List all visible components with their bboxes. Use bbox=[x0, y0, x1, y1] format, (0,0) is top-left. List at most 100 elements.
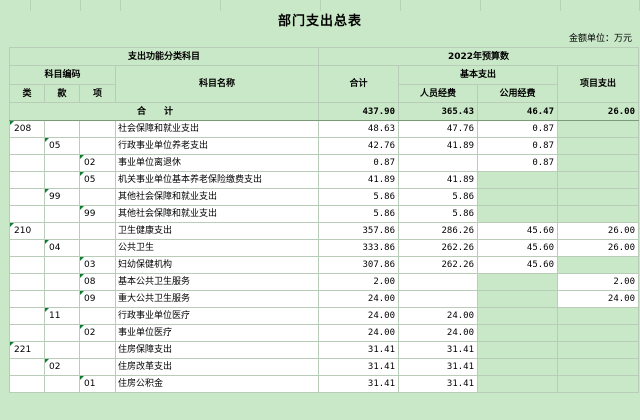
project-cell[interactable]: 24.00 bbox=[557, 290, 640, 308]
total-cell[interactable]: 5.86 bbox=[318, 188, 400, 206]
subject-name-cell[interactable]: 妇幼保健机构 bbox=[114, 256, 320, 274]
code-kuan-cell[interactable] bbox=[44, 375, 80, 393]
personnel-cell[interactable]: 24.00 bbox=[398, 307, 479, 325]
personnel-cell[interactable] bbox=[398, 154, 479, 172]
public-cell[interactable]: 0.87 bbox=[477, 154, 559, 172]
project-cell[interactable] bbox=[557, 137, 640, 155]
personnel-cell[interactable] bbox=[398, 273, 479, 291]
subject-name-cell[interactable]: 住房改革支出 bbox=[114, 358, 320, 376]
code-kuan-cell[interactable]: 04 bbox=[44, 239, 80, 257]
project-cell[interactable] bbox=[557, 358, 640, 376]
subject-name-cell[interactable]: 住房公积金 bbox=[114, 375, 320, 393]
total-personnel[interactable]: 365.43 bbox=[398, 102, 479, 121]
project-cell[interactable] bbox=[557, 171, 640, 189]
total-cell[interactable]: 41.89 bbox=[318, 171, 400, 189]
public-cell[interactable] bbox=[477, 171, 559, 189]
personnel-cell[interactable]: 5.86 bbox=[398, 188, 479, 206]
public-cell[interactable]: 0.87 bbox=[477, 137, 559, 155]
personnel-cell[interactable]: 5.86 bbox=[398, 205, 479, 223]
code-lei-cell[interactable] bbox=[9, 375, 45, 393]
total-amount[interactable]: 437.90 bbox=[318, 102, 400, 121]
project-cell[interactable] bbox=[557, 188, 640, 206]
code-lei-cell[interactable] bbox=[9, 205, 45, 223]
code-xiang-cell[interactable] bbox=[79, 341, 116, 359]
code-xiang-cell[interactable] bbox=[79, 222, 116, 240]
public-cell[interactable] bbox=[477, 375, 559, 393]
subject-name-cell[interactable]: 机关事业单位基本养老保险缴费支出 bbox=[114, 171, 320, 189]
code-lei-cell[interactable] bbox=[9, 171, 45, 189]
code-xiang-cell[interactable] bbox=[79, 307, 116, 325]
code-kuan-cell[interactable] bbox=[44, 120, 80, 138]
project-cell[interactable]: 2.00 bbox=[557, 273, 640, 291]
personnel-cell[interactable]: 286.26 bbox=[398, 222, 479, 240]
project-cell[interactable] bbox=[557, 375, 640, 393]
total-cell[interactable]: 31.41 bbox=[318, 375, 400, 393]
total-cell[interactable]: 24.00 bbox=[318, 307, 400, 325]
subject-name-cell[interactable]: 住房保障支出 bbox=[114, 341, 320, 359]
public-cell[interactable]: 45.60 bbox=[477, 222, 559, 240]
code-lei-cell[interactable] bbox=[9, 239, 45, 257]
subject-name-cell[interactable]: 卫生健康支出 bbox=[114, 222, 320, 240]
code-kuan-cell[interactable] bbox=[44, 154, 80, 172]
code-kuan-cell[interactable]: 11 bbox=[44, 307, 80, 325]
personnel-cell[interactable]: 41.89 bbox=[398, 171, 479, 189]
public-cell[interactable]: 45.60 bbox=[477, 256, 559, 274]
code-lei-cell[interactable]: 208 bbox=[9, 120, 45, 138]
total-public[interactable]: 46.47 bbox=[477, 102, 559, 121]
code-kuan-cell[interactable]: 05 bbox=[44, 137, 80, 155]
code-kuan-cell[interactable]: 02 bbox=[44, 358, 80, 376]
code-kuan-cell[interactable] bbox=[44, 205, 80, 223]
code-xiang-cell[interactable] bbox=[79, 358, 116, 376]
public-cell[interactable] bbox=[477, 307, 559, 325]
subject-name-cell[interactable]: 事业单位医疗 bbox=[114, 324, 320, 342]
personnel-cell[interactable]: 47.76 bbox=[398, 120, 479, 138]
subject-name-cell[interactable]: 公共卫生 bbox=[114, 239, 320, 257]
public-cell[interactable] bbox=[477, 273, 559, 291]
code-kuan-cell[interactable] bbox=[44, 222, 80, 240]
code-lei-cell[interactable] bbox=[9, 273, 45, 291]
project-cell[interactable]: 26.00 bbox=[557, 239, 640, 257]
code-lei-cell[interactable] bbox=[9, 324, 45, 342]
code-xiang-cell[interactable]: 08 bbox=[79, 273, 116, 291]
project-cell[interactable] bbox=[557, 205, 640, 223]
project-cell[interactable] bbox=[557, 307, 640, 325]
project-cell[interactable] bbox=[557, 341, 640, 359]
subject-name-cell[interactable]: 事业单位离退休 bbox=[114, 154, 320, 172]
subject-name-cell[interactable]: 其他社会保障和就业支出 bbox=[114, 205, 320, 223]
subject-name-cell[interactable]: 行政事业单位医疗 bbox=[114, 307, 320, 325]
subject-name-cell[interactable]: 行政事业单位养老支出 bbox=[114, 137, 320, 155]
public-cell[interactable]: 0.87 bbox=[477, 120, 559, 138]
total-cell[interactable]: 5.86 bbox=[318, 205, 400, 223]
total-cell[interactable]: 2.00 bbox=[318, 273, 400, 291]
code-lei-cell[interactable] bbox=[9, 137, 45, 155]
code-xiang-cell[interactable]: 99 bbox=[79, 205, 116, 223]
public-cell[interactable] bbox=[477, 358, 559, 376]
code-xiang-cell[interactable]: 09 bbox=[79, 290, 116, 308]
code-kuan-cell[interactable] bbox=[44, 273, 80, 291]
code-kuan-cell[interactable] bbox=[44, 324, 80, 342]
subject-name-cell[interactable]: 重大公共卫生服务 bbox=[114, 290, 320, 308]
personnel-cell[interactable]: 262.26 bbox=[398, 239, 479, 257]
code-lei-cell[interactable] bbox=[9, 290, 45, 308]
code-xiang-cell[interactable]: 01 bbox=[79, 375, 116, 393]
project-cell[interactable]: 26.00 bbox=[557, 222, 640, 240]
personnel-cell[interactable]: 24.00 bbox=[398, 324, 479, 342]
public-cell[interactable] bbox=[477, 324, 559, 342]
code-xiang-cell[interactable] bbox=[79, 239, 116, 257]
total-cell[interactable]: 24.00 bbox=[318, 290, 400, 308]
code-kuan-cell[interactable] bbox=[44, 341, 80, 359]
personnel-cell[interactable]: 31.41 bbox=[398, 341, 479, 359]
total-cell[interactable]: 307.86 bbox=[318, 256, 400, 274]
code-xiang-cell[interactable] bbox=[79, 188, 116, 206]
personnel-cell[interactable] bbox=[398, 290, 479, 308]
project-cell[interactable] bbox=[557, 154, 640, 172]
code-lei-cell[interactable] bbox=[9, 256, 45, 274]
code-kuan-cell[interactable]: 99 bbox=[44, 188, 80, 206]
code-lei-cell[interactable] bbox=[9, 358, 45, 376]
public-cell[interactable] bbox=[477, 290, 559, 308]
code-xiang-cell[interactable]: 02 bbox=[79, 324, 116, 342]
project-cell[interactable] bbox=[557, 256, 640, 274]
public-cell[interactable] bbox=[477, 205, 559, 223]
project-cell[interactable] bbox=[557, 120, 640, 138]
public-cell[interactable] bbox=[477, 341, 559, 359]
